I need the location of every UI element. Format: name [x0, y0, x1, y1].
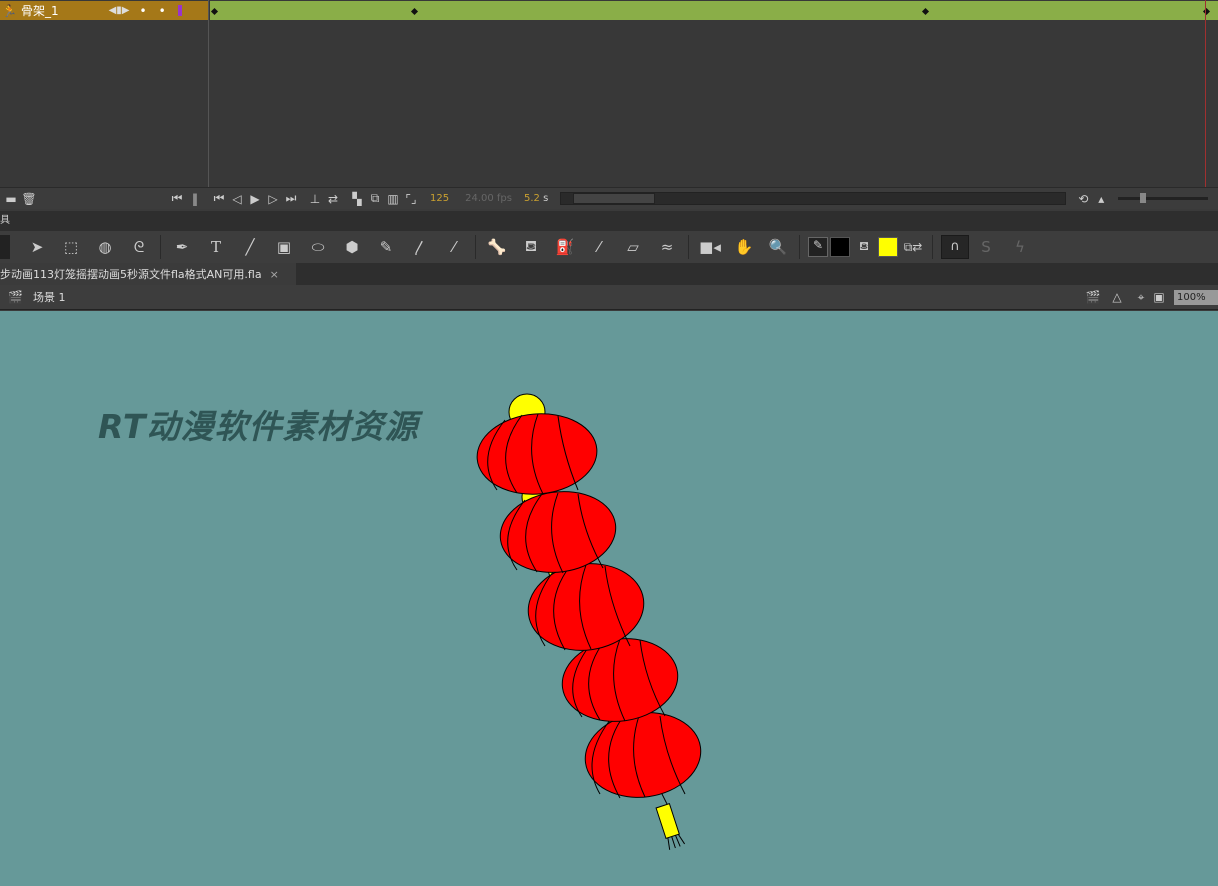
lantern-string-artwork[interactable] — [0, 0, 1218, 886]
lantern-tassel — [655, 803, 686, 850]
lantern-1 — [476, 393, 598, 495]
